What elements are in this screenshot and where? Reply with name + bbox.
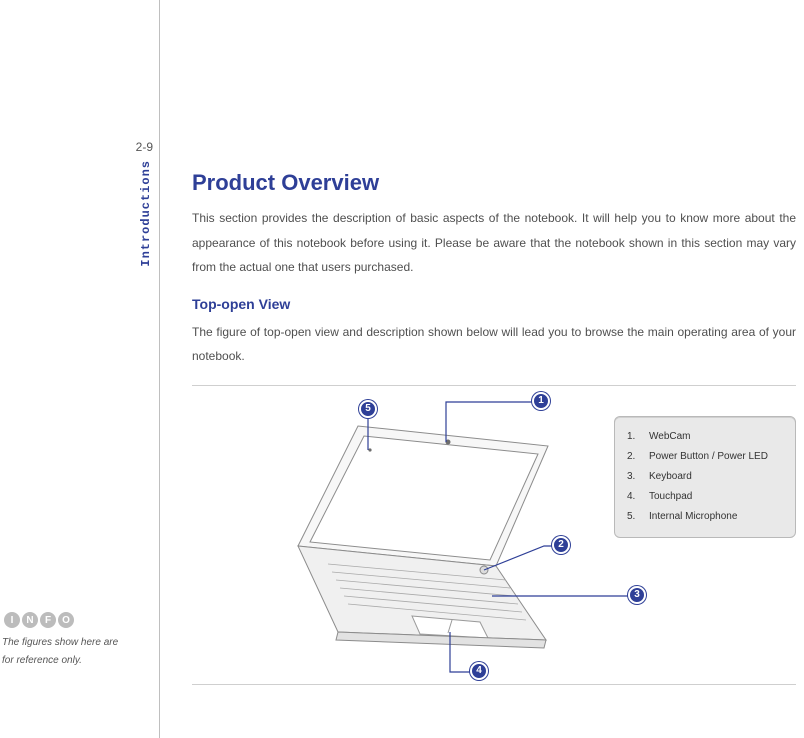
- legend-row-5: 5. Internal Microphone: [627, 507, 783, 527]
- legend-box: 1. WebCam 2. Power Button / Power LED 3.…: [614, 416, 796, 538]
- footnote: The figures show here are for reference …: [2, 634, 158, 670]
- legend-num-3: 3.: [627, 467, 649, 487]
- figure-top-open-view: 1 5 2 3 4 1. WebCam 2. Power Button / Po…: [192, 385, 796, 685]
- legend-label-4: Touchpad: [649, 487, 692, 507]
- legend-label-2: Power Button / Power LED: [649, 447, 768, 467]
- callout-5: 5: [359, 400, 377, 418]
- legend-num-5: 5.: [627, 507, 649, 527]
- info-badge-f: F: [40, 612, 56, 628]
- section-tab: Introductions: [139, 160, 153, 267]
- legend-row-3: 3. Keyboard: [627, 467, 783, 487]
- legend-label-1: WebCam: [649, 427, 691, 447]
- heading-product-overview: Product Overview: [192, 170, 796, 196]
- paragraph-overview: This section provides the description of…: [192, 206, 796, 280]
- legend-row-4: 4. Touchpad: [627, 487, 783, 507]
- info-badge-n: N: [22, 612, 38, 628]
- legend-label-3: Keyboard: [649, 467, 692, 487]
- callout-3: 3: [628, 586, 646, 604]
- page-number: 2-9: [136, 140, 153, 154]
- legend-row-1: 1. WebCam: [627, 427, 783, 447]
- info-badge-o: O: [58, 612, 74, 628]
- heading-top-open-view: Top-open View: [192, 296, 796, 312]
- legend-row-2: 2. Power Button / Power LED: [627, 447, 783, 467]
- callout-2: 2: [552, 536, 570, 554]
- footnote-line-1: The figures show here are: [2, 634, 158, 652]
- legend-num-2: 2.: [627, 447, 649, 467]
- info-badge-i: I: [4, 612, 20, 628]
- paragraph-top-open-view: The figure of top-open view and descript…: [192, 320, 796, 369]
- legend-label-5: Internal Microphone: [649, 507, 737, 527]
- laptop-illustration: [248, 406, 578, 666]
- callout-4: 4: [470, 662, 488, 680]
- legend-num-4: 4.: [627, 487, 649, 507]
- legend-num-1: 1.: [627, 427, 649, 447]
- callout-1: 1: [532, 392, 550, 410]
- info-badge: I N F O: [4, 612, 74, 628]
- footnote-line-2: for reference only.: [2, 652, 158, 670]
